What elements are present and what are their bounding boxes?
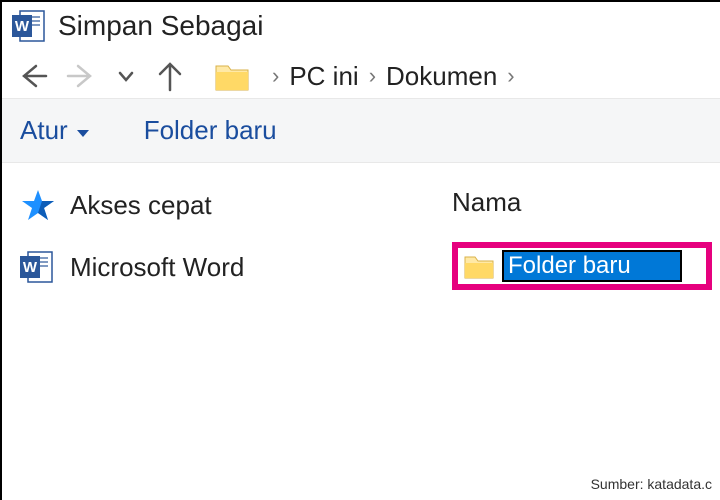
breadcrumb-item[interactable]: Dokumen: [386, 61, 497, 92]
back-button[interactable]: [16, 60, 48, 92]
new-folder-label: Folder baru: [144, 115, 277, 146]
word-app-icon: W: [12, 8, 48, 44]
folder-location-icon: [214, 60, 250, 92]
star-icon: [20, 187, 56, 223]
sidebar: Akses cepat W Microsoft Word: [2, 163, 342, 441]
sidebar-item-label: Microsoft Word: [70, 252, 244, 283]
sidebar-item-label: Akses cepat: [70, 190, 212, 221]
chevron-right-icon: ›: [503, 63, 518, 89]
word-icon: W: [20, 249, 56, 285]
svg-text:W: W: [23, 259, 38, 276]
content-area: Akses cepat W Microsoft Word Nama: [2, 163, 720, 441]
new-folder-row-highlight: [452, 242, 712, 290]
chevron-right-icon: ›: [268, 63, 283, 89]
forward-button[interactable]: [66, 60, 98, 92]
titlebar: W Simpan Sebagai: [2, 2, 720, 54]
breadcrumb-item[interactable]: PC ini: [289, 61, 358, 92]
folder-icon: [464, 253, 494, 279]
sidebar-item-quick-access[interactable]: Akses cepat: [20, 187, 324, 223]
new-folder-button[interactable]: Folder baru: [144, 115, 277, 146]
window-title: Simpan Sebagai: [58, 10, 263, 42]
caret-down-icon: [76, 115, 90, 146]
chevron-right-icon: ›: [365, 63, 380, 89]
breadcrumb: › PC ini › Dokumen ›: [268, 61, 519, 92]
up-button[interactable]: [154, 60, 186, 92]
toolbar: Atur Folder baru: [2, 99, 720, 163]
attribution-text: Sumber: katadata.c: [591, 476, 712, 492]
column-header-name[interactable]: Nama: [452, 187, 720, 218]
folder-name-input[interactable]: [502, 250, 682, 282]
svg-text:W: W: [15, 18, 30, 35]
save-as-dialog: W Simpan Sebagai: [0, 0, 720, 500]
navigation-bar: › PC ini › Dokumen ›: [2, 54, 720, 99]
history-dropdown[interactable]: [116, 66, 136, 86]
file-list-area: Nama: [342, 163, 720, 441]
organize-label: Atur: [20, 115, 68, 146]
sidebar-item-word[interactable]: W Microsoft Word: [20, 249, 324, 285]
organize-menu[interactable]: Atur: [20, 115, 90, 146]
